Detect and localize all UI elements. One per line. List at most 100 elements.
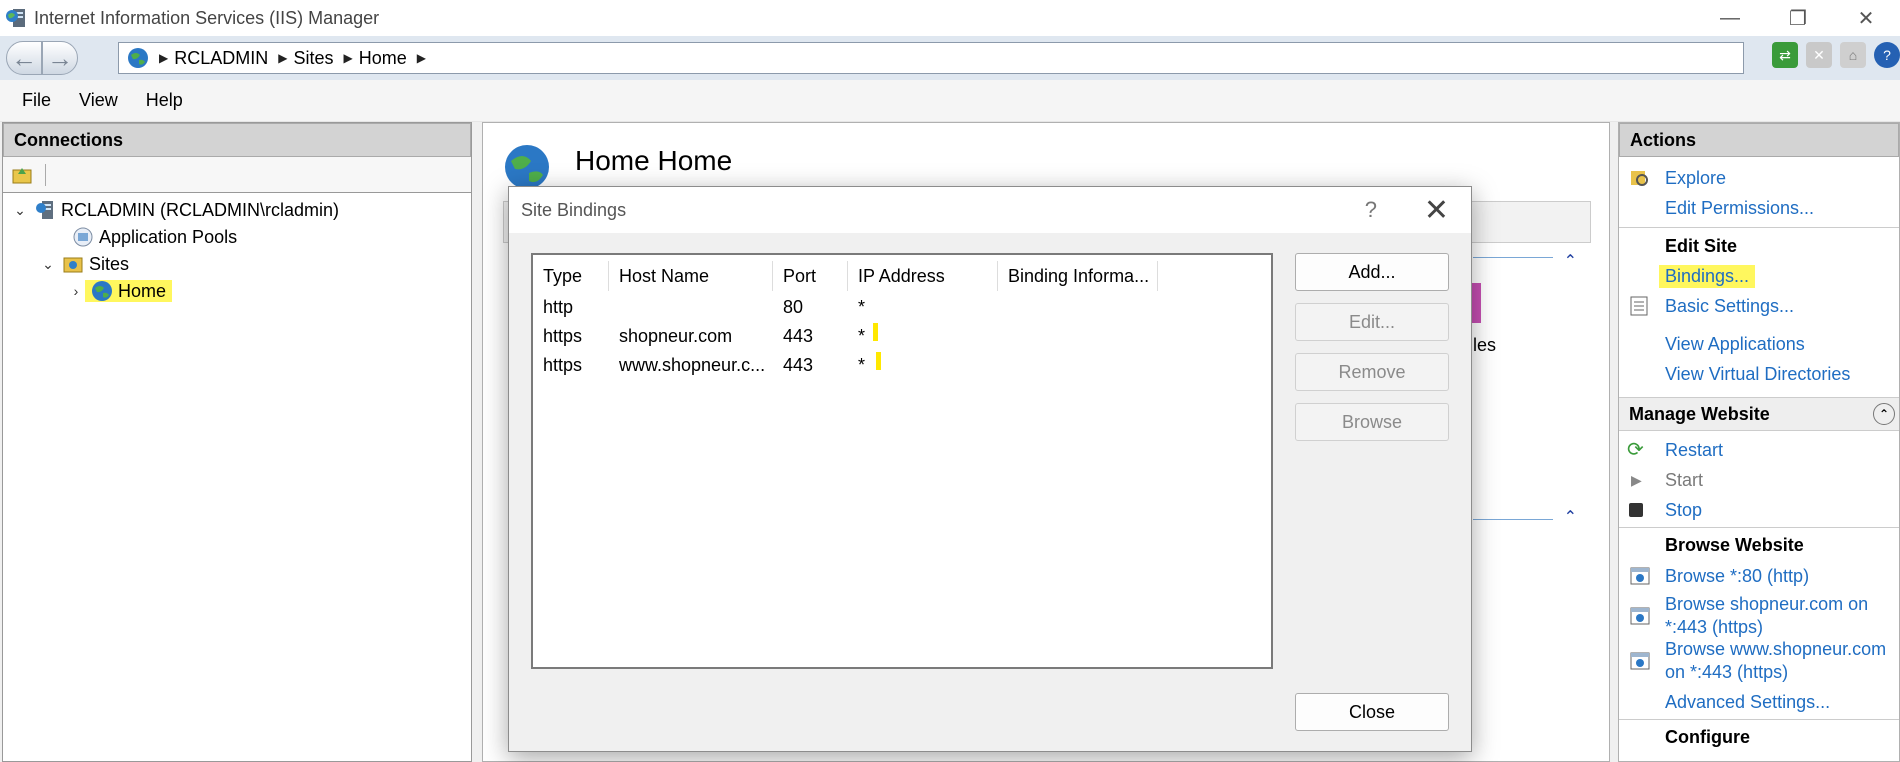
view-applications-link[interactable]: View Applications (1665, 333, 1805, 356)
cell-host-name: shopneur.com (619, 326, 733, 346)
manage-website-heading: Manage Website (1629, 403, 1770, 424)
folder-icon (63, 257, 83, 273)
globe-icon (92, 281, 112, 301)
section-divider (1619, 719, 1899, 720)
action-bindings[interactable]: Bindings... (1619, 265, 1899, 288)
chevron-right-icon: ▶ (416, 51, 426, 65)
cell-port: 443 (783, 355, 814, 375)
menu-file[interactable]: File (8, 90, 65, 111)
home-icon[interactable]: ⌂ (1840, 42, 1866, 68)
connections-header: Connections (3, 123, 471, 157)
highlight-mark (873, 323, 878, 341)
feature-icon-partial (1471, 283, 1481, 323)
connect-icon[interactable] (11, 164, 33, 186)
action-edit-permissions[interactable]: Edit Permissions... (1619, 197, 1899, 220)
action-view-applications[interactable]: View Applications (1619, 333, 1899, 356)
browse-shopneur-line2: *:443 (https) (1665, 617, 1764, 637)
browse-button: Browse (1295, 403, 1449, 441)
server-icon (36, 201, 53, 219)
globe-icon (128, 48, 148, 68)
action-restart[interactable]: ⟳ Restart (1619, 439, 1899, 462)
app-pools-icon (73, 227, 93, 247)
dialog-title-bar: Site Bindings ? ✕ (509, 187, 1471, 233)
collapse-section-icon[interactable]: ⌃ (1873, 403, 1895, 425)
browse-www-line1: Browse www.shopneur.com (1665, 639, 1887, 659)
menu-view[interactable]: View (65, 90, 132, 111)
cell-port: 80 (783, 297, 804, 317)
group-divider (1473, 519, 1553, 520)
refresh-icon[interactable]: ⇄ (1772, 42, 1798, 68)
close-button[interactable]: Close (1295, 693, 1449, 731)
column-header-host-name[interactable]: Host Name (609, 261, 773, 291)
advanced-settings-link[interactable]: Advanced Settings... (1665, 691, 1830, 714)
breadcrumb-server[interactable]: RCLADMIN (174, 48, 268, 69)
basic-settings-link[interactable]: Basic Settings... (1665, 295, 1794, 318)
action-browse-80[interactable]: Browse *:80 (http) (1619, 565, 1899, 588)
action-browse-shopneur[interactable]: Browse shopneur.com on *:443 (https) (1619, 593, 1899, 639)
iis-app-icon (4, 6, 28, 30)
globe-icon (505, 145, 549, 189)
cell-type: https (543, 355, 583, 375)
browse-icon (1630, 567, 1650, 585)
collapse-icon[interactable]: ⌃ (1564, 251, 1577, 271)
remove-button: Remove (1295, 353, 1449, 391)
address-breadcrumb[interactable]: ▶ RCLADMIN ▶ Sites ▶ Home ▶ (118, 42, 1744, 74)
bindings-link[interactable]: Bindings... (1659, 265, 1756, 288)
browse-80-link[interactable]: Browse *:80 (http) (1665, 565, 1809, 588)
chevron-right-icon: ▶ (278, 51, 288, 65)
restart-link[interactable]: Restart (1665, 439, 1723, 462)
collapse-icon[interactable]: ⌃ (1564, 507, 1577, 527)
actions-panel: Actions Explore Edit Permissions... Edit… (1618, 122, 1900, 762)
column-header-type[interactable]: Type (533, 261, 609, 291)
back-button[interactable]: ← (6, 41, 42, 75)
breadcrumb-home[interactable]: Home (359, 48, 407, 69)
explore-link[interactable]: Explore (1665, 167, 1726, 190)
browse-www-line2: on *:443 (https) (1665, 662, 1789, 682)
restore-button[interactable]: ❐ (1764, 0, 1832, 36)
window-title: Internet Information Services (IIS) Mana… (34, 7, 380, 28)
tree-app-pools[interactable]: Application Pools (67, 224, 237, 250)
browse-shopneur-line1: Browse shopneur.com on (1665, 594, 1869, 614)
browse-website-heading: Browse Website (1665, 535, 1804, 555)
help-icon[interactable]: ? (1874, 42, 1900, 68)
cell-ip-address: * (858, 326, 866, 346)
help-button[interactable]: ? (1365, 197, 1377, 223)
forward-button[interactable]: → (42, 41, 78, 75)
stop-icon (1627, 499, 1653, 521)
action-basic-settings[interactable]: Basic Settings... (1619, 295, 1899, 318)
tree-app-pools-label: Application Pools (99, 226, 238, 247)
edit-permissions-link[interactable]: Edit Permissions... (1665, 197, 1814, 220)
column-header-port[interactable]: Port (773, 261, 848, 291)
action-advanced-settings[interactable]: Advanced Settings... (1619, 691, 1899, 714)
browse-shopneur-link[interactable]: Browse shopneur.com on *:443 (https) (1665, 593, 1868, 639)
stop-link[interactable]: Stop (1665, 499, 1702, 522)
menu-help[interactable]: Help (132, 90, 197, 111)
minimize-button[interactable]: — (1696, 0, 1764, 36)
highlight-mark (876, 352, 881, 370)
dialog-close-x-button[interactable]: ✕ (1424, 193, 1449, 228)
action-browse-www[interactable]: Browse www.shopneur.com on *:443 (https) (1619, 638, 1899, 684)
tree-home-site[interactable]: › Home (67, 278, 173, 304)
column-header-ip-address[interactable]: IP Address (848, 261, 998, 291)
cell-host-name: www.shopneur.c... (619, 355, 766, 375)
bindings-list[interactable]: Type Host Name Port IP Address Binding I… (531, 253, 1273, 669)
chevron-down-icon[interactable]: ⌄ (11, 202, 29, 219)
close-window-button[interactable]: ✕ (1832, 0, 1900, 36)
browse-www-link[interactable]: Browse www.shopneur.com on *:443 (https) (1665, 638, 1886, 684)
action-stop[interactable]: Stop (1619, 499, 1899, 522)
manage-website-section[interactable]: Manage Website ⌃ (1619, 397, 1899, 431)
selected-home-highlight: Home (85, 280, 173, 302)
column-header-binding-information[interactable]: Binding Informa... (998, 261, 1158, 291)
edit-button: Edit... (1295, 303, 1449, 341)
action-explore[interactable]: Explore (1619, 167, 1899, 190)
breadcrumb-sites[interactable]: Sites (293, 48, 333, 69)
action-view-virtual-directories[interactable]: View Virtual Directories (1619, 363, 1899, 386)
stop-icon[interactable]: ✕ (1806, 42, 1832, 68)
chevron-right-icon[interactable]: › (67, 283, 85, 299)
chevron-down-icon[interactable]: ⌄ (39, 256, 57, 273)
tree-sites[interactable]: ⌄ Sites (39, 251, 129, 277)
add-button[interactable]: Add... (1295, 253, 1449, 291)
tree-server-node[interactable]: ⌄ RCLADMIN (RCLADMIN\rcladmin) (11, 197, 339, 223)
view-virtual-directories-link[interactable]: View Virtual Directories (1665, 363, 1850, 386)
start-link: Start (1665, 470, 1704, 490)
